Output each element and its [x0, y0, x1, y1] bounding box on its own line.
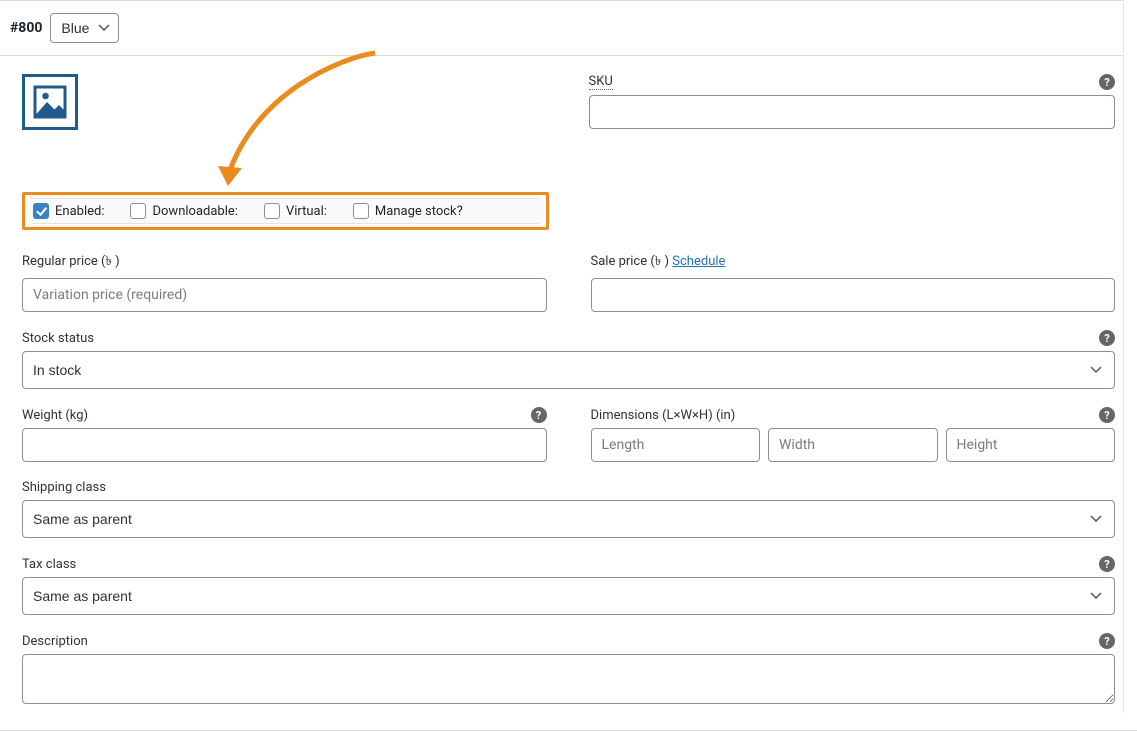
- shipping-class-label: Shipping class: [22, 480, 106, 495]
- manage-stock-checkbox[interactable]: Manage stock?: [353, 203, 463, 219]
- width-input[interactable]: [768, 428, 938, 462]
- enabled-checkbox[interactable]: Enabled:: [33, 203, 104, 219]
- help-icon[interactable]: ?: [1099, 633, 1115, 649]
- checkbox-icon: [264, 203, 280, 219]
- tax-class-label: Tax class: [22, 557, 76, 572]
- length-input[interactable]: [591, 428, 761, 462]
- scrollbar-track[interactable]: [1123, 0, 1137, 713]
- regular-price-input[interactable]: [22, 278, 547, 312]
- checkbox-icon: [33, 203, 49, 219]
- weight-label: Weight (kg): [22, 408, 88, 423]
- stock-status-label: Stock status: [22, 331, 94, 346]
- variation-flags-group: Enabled: Downloadable: Virtual: Manage s…: [22, 192, 549, 230]
- checkbox-icon: [130, 203, 146, 219]
- weight-input[interactable]: [22, 428, 547, 462]
- description-textarea[interactable]: [22, 654, 1115, 704]
- variation-image-upload[interactable]: [22, 74, 78, 130]
- image-icon: [32, 84, 68, 120]
- attribute-select[interactable]: Blue: [50, 13, 119, 43]
- virtual-checkbox[interactable]: Virtual:: [264, 203, 327, 219]
- dimensions-label: Dimensions (L×W×H) (in): [591, 408, 736, 423]
- downloadable-checkbox[interactable]: Downloadable:: [130, 203, 237, 219]
- sale-price-input[interactable]: [591, 278, 1116, 312]
- help-icon[interactable]: ?: [531, 407, 547, 423]
- help-icon[interactable]: ?: [1099, 330, 1115, 346]
- variation-panel: Enabled: Downloadable: Virtual: Manage s…: [0, 55, 1137, 731]
- virtual-label: Virtual:: [286, 204, 327, 219]
- sku-input[interactable]: [589, 95, 1116, 129]
- sku-label: SKU: [589, 74, 613, 90]
- checkbox-icon: [353, 203, 369, 219]
- downloadable-label: Downloadable:: [152, 204, 237, 219]
- height-input[interactable]: [946, 428, 1116, 462]
- enabled-label: Enabled:: [55, 204, 104, 219]
- help-icon[interactable]: ?: [1099, 407, 1115, 423]
- stock-status-select[interactable]: In stock: [22, 351, 1115, 389]
- help-icon[interactable]: ?: [1099, 556, 1115, 572]
- help-icon[interactable]: ?: [1099, 74, 1115, 90]
- sale-price-label: Sale price (৳ ): [591, 254, 670, 269]
- tax-class-select[interactable]: Same as parent: [22, 577, 1115, 615]
- variation-header: #800 Blue: [0, 0, 1137, 56]
- description-label: Description: [22, 634, 88, 649]
- schedule-link[interactable]: Schedule: [672, 254, 725, 269]
- variation-id-label: #800: [10, 20, 42, 36]
- regular-price-label: Regular price (৳ ): [22, 252, 120, 273]
- shipping-class-select[interactable]: Same as parent: [22, 500, 1115, 538]
- manage-stock-label: Manage stock?: [375, 204, 463, 219]
